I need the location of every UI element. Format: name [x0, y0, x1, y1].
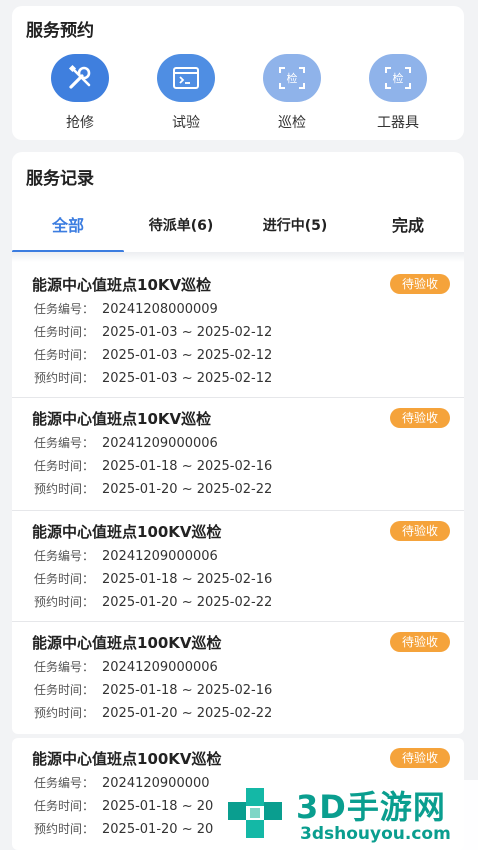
watermark-url: 3dshouyou.com	[300, 824, 451, 844]
row-value: 2025-01-18 ~ 2025-02-16	[102, 459, 273, 474]
row-value: 20241209000006	[102, 436, 218, 451]
inspect-scan-icon: 检	[263, 54, 321, 102]
row-key: 任务编号：	[34, 549, 95, 563]
svg-text:检: 检	[393, 71, 404, 85]
task-number-row: 任务编号： 20241208000009	[34, 300, 218, 317]
task-time-row: 任务时间： 2025-01-18 ~ 2025-02-16	[34, 457, 272, 474]
row-key: 任务时间：	[34, 683, 95, 697]
appointment-time-row: 预约时间： 2025-01-20 ~ 2025-02-22	[34, 480, 272, 497]
gamepad-logo-icon	[224, 784, 292, 850]
task-card[interactable]: 能源中心值班点10KV巡检 待验收 任务编号： 20241208000009 任务…	[12, 264, 464, 396]
row-value: 2025-01-18 ~ 2025-02-16	[102, 572, 273, 587]
task-time-row: 任务时间： 2025-01-18 ~ 2025-02-16	[34, 570, 272, 587]
service-tools-label: 工器具	[377, 115, 419, 131]
row-value: 2025-01-20 ~ 2025-02-22	[102, 706, 273, 721]
task-card[interactable]: 能源中心值班点100KV巡检 待验收 任务编号： 20241209000006 任…	[12, 511, 464, 623]
row-value: 2025-01-18 ~ 2025-02-16	[102, 683, 273, 698]
row-key: 任务时间：	[34, 325, 95, 339]
row-key: 预约时间：	[34, 595, 95, 609]
appointment-time-row: 预约时间： 2025-01-20 ~ 20	[34, 820, 213, 837]
status-badge: 待验收	[389, 632, 450, 652]
service-booking-card: 服务预约 抢修 试验 检 巡检 检 工器具	[12, 6, 464, 140]
task-time-row: 任务时间： 2025-01-18 ~ 2025-02-16	[34, 681, 272, 698]
service-inspection-button[interactable]: 检 巡检	[252, 54, 332, 132]
watermark-brand: 3D手游网	[296, 788, 446, 826]
row-value: 2025-01-03 ~ 2025-02-12	[102, 348, 273, 363]
row-value: 2024120900000	[102, 776, 210, 791]
status-badge: 待验收	[389, 408, 450, 428]
service-records-title: 服务记录	[26, 169, 94, 189]
record-tabs: 全部 待派单(6) 进行中(5) 完成	[12, 206, 464, 253]
row-key: 预约时间：	[34, 706, 95, 720]
status-badge: 待验收	[389, 748, 450, 768]
service-repair-button[interactable]: 抢修	[40, 54, 120, 132]
task-number-row: 任务编号： 20241209000006	[34, 434, 218, 451]
task-number-row: 任务编号： 20241209000006	[34, 658, 218, 675]
row-key: 任务编号：	[34, 660, 95, 674]
service-tools-button[interactable]: 检 工器具	[358, 54, 438, 132]
wrench-screwdriver-icon	[51, 54, 109, 102]
service-repair-label: 抢修	[66, 115, 94, 131]
row-key: 任务时间：	[34, 348, 95, 362]
row-value: 20241209000006	[102, 660, 218, 675]
service-inspection-label: 巡检	[278, 115, 306, 131]
row-value: 2025-01-18 ~ 20	[102, 799, 214, 814]
task-title: 能源中心值班点100KV巡检	[32, 750, 222, 768]
row-key: 预约时间：	[34, 822, 95, 836]
service-booking-title: 服务预约	[26, 21, 94, 41]
task-time-row: 任务时间： 2025-01-18 ~ 20	[34, 797, 213, 814]
row-key: 预约时间：	[34, 482, 95, 496]
task-title: 能源中心值班点100KV巡检	[32, 523, 222, 541]
row-key: 任务编号：	[34, 436, 95, 450]
row-key: 预约时间：	[34, 371, 95, 385]
task-title: 能源中心值班点10KV巡检	[32, 410, 212, 428]
task-card[interactable]: 能源中心值班点10KV巡检 待验收 任务编号： 20241209000006 任务…	[12, 398, 464, 510]
appointment-time-row: 预约时间： 2025-01-20 ~ 2025-02-22	[34, 704, 272, 721]
status-badge: 待验收	[389, 521, 450, 541]
svg-text:检: 检	[287, 71, 298, 85]
status-badge: 待验收	[389, 274, 450, 294]
row-key: 任务编号：	[34, 302, 95, 316]
task-number-row: 任务编号： 20241209000006	[34, 547, 218, 564]
tab-divider	[12, 252, 464, 262]
row-key: 任务编号：	[34, 776, 95, 790]
row-value: 2025-01-20 ~ 2025-02-22	[102, 482, 273, 497]
tool-scan-icon: 检	[369, 54, 427, 102]
task-time-row: 任务时间： 2025-01-03 ~ 2025-02-12	[34, 346, 272, 363]
tab-pending-dispatch[interactable]: 待派单(6)	[124, 206, 238, 252]
task-time-row: 任务时间： 2025-01-03 ~ 2025-02-12	[34, 323, 272, 340]
row-key: 任务时间：	[34, 799, 95, 813]
task-title: 能源中心值班点100KV巡检	[32, 634, 222, 652]
service-shortcuts: 抢修 试验 检 巡检 检 工器具	[12, 54, 464, 138]
row-value: 2025-01-20 ~ 20	[102, 822, 214, 837]
service-test-button[interactable]: 试验	[146, 54, 226, 132]
row-value: 20241209000006	[102, 549, 218, 564]
row-value: 20241208000009	[102, 302, 218, 317]
row-key: 任务时间：	[34, 459, 95, 473]
row-key: 任务时间：	[34, 572, 95, 586]
watermark: 3D手游网 3dshouyou.com	[222, 780, 478, 850]
appointment-time-row: 预约时间： 2025-01-03 ~ 2025-02-12	[34, 369, 272, 386]
row-value: 2025-01-03 ~ 2025-02-12	[102, 325, 273, 340]
service-test-label: 试验	[172, 115, 200, 131]
task-number-row: 任务编号： 2024120900000	[34, 774, 210, 791]
row-value: 2025-01-03 ~ 2025-02-12	[102, 371, 273, 386]
tab-in-progress[interactable]: 进行中(5)	[238, 206, 352, 252]
row-value: 2025-01-20 ~ 2025-02-22	[102, 595, 273, 610]
tab-all[interactable]: 全部	[12, 206, 124, 252]
tab-completed[interactable]: 完成	[352, 206, 464, 252]
appointment-time-row: 预约时间： 2025-01-20 ~ 2025-02-22	[34, 593, 272, 610]
task-title: 能源中心值班点10KV巡检	[32, 276, 212, 294]
task-card[interactable]: 能源中心值班点100KV巡检 待验收 任务编号： 20241209000006 任…	[12, 622, 464, 734]
terminal-window-icon	[157, 54, 215, 102]
